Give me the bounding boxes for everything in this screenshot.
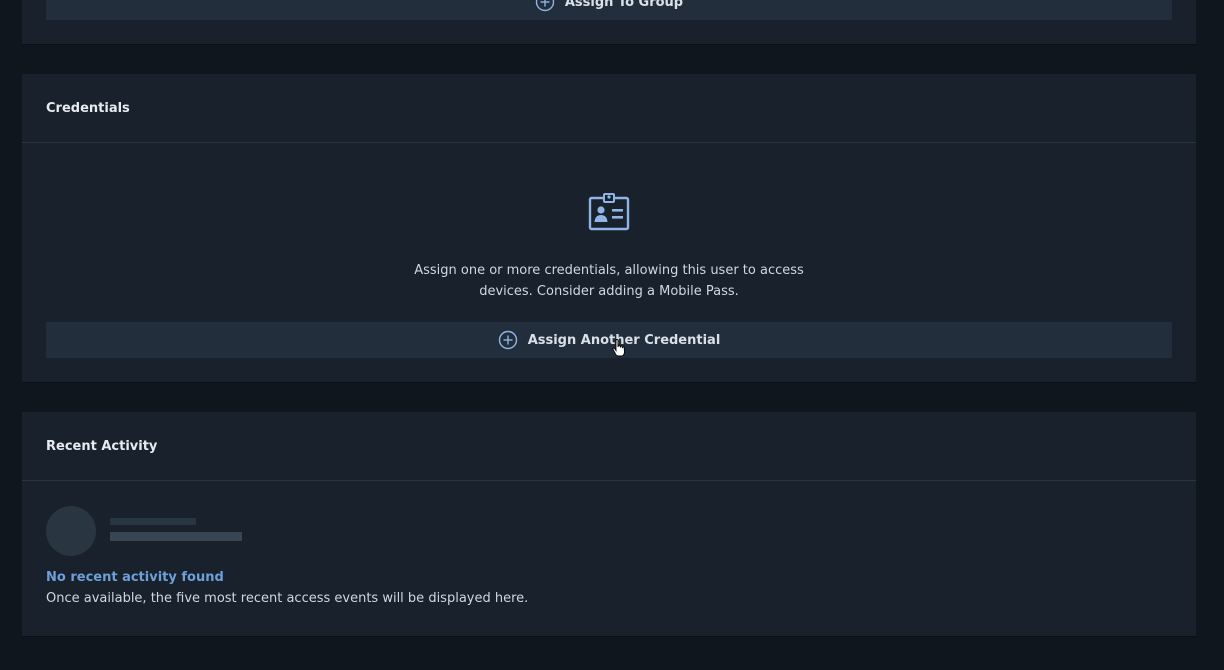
credentials-empty-text: Assign one or more credentials, allowing… <box>22 260 1196 302</box>
skeleton-avatar <box>46 506 96 556</box>
skeleton-line-long <box>110 532 242 541</box>
recent-activity-card: Recent Activity No recent activity found… <box>22 412 1196 637</box>
assign-to-group-button[interactable]: Assign To Group <box>46 0 1172 20</box>
activity-skeleton-placeholder <box>46 506 306 556</box>
plus-circle-icon <box>535 0 555 12</box>
skeleton-line-short <box>110 518 196 525</box>
credentials-empty-line-2: devices. Consider adding a Mobile Pass. <box>479 284 739 299</box>
user-detail-page: Assign To Group Credentials Assign one o… <box>0 0 1224 670</box>
credentials-empty-line-1: Assign one or more credentials, allowing… <box>414 263 804 278</box>
assign-to-group-label: Assign To Group <box>564 0 684 10</box>
credentials-title: Credentials <box>46 100 130 116</box>
recent-activity-title: Recent Activity <box>46 438 158 454</box>
recent-activity-header: Recent Activity <box>22 412 1196 481</box>
id-badge-icon <box>588 193 630 231</box>
groups-card: Assign To Group <box>22 0 1196 45</box>
assign-another-credential-label: Assign Another Credential <box>527 332 721 348</box>
credentials-header: Credentials <box>22 74 1196 143</box>
no-activity-title: No recent activity found <box>46 570 224 585</box>
credentials-card: Credentials Assign one or more credentia… <box>22 74 1196 383</box>
assign-another-credential-button[interactable]: Assign Another Credential <box>46 322 1172 358</box>
plus-circle-icon <box>498 330 517 350</box>
no-activity-description: Once available, the five most recent acc… <box>46 591 529 606</box>
credentials-empty-icon-wrap <box>22 192 1196 236</box>
